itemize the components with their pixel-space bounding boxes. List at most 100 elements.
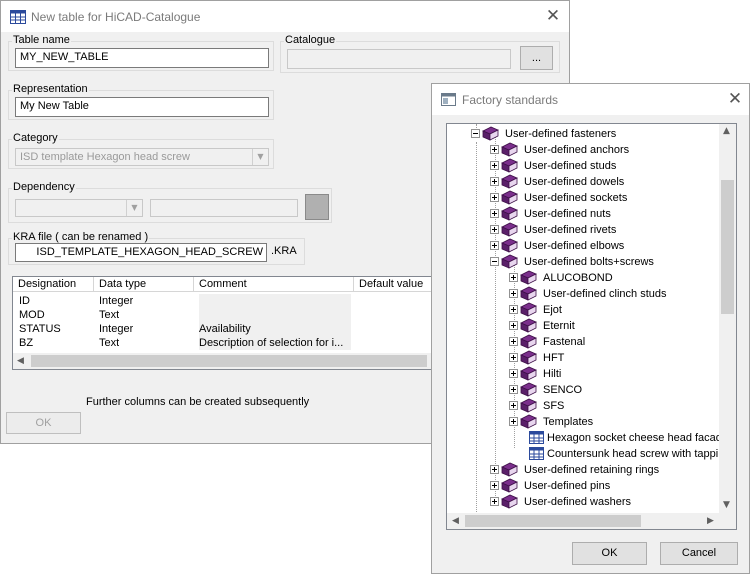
expand-icon[interactable] (509, 369, 518, 378)
tree-item[interactable]: Fastenal (447, 334, 719, 350)
cell-designation[interactable]: MOD (19, 308, 45, 322)
book-icon (520, 350, 537, 365)
tree-item[interactable]: User-defined clinch studs (447, 286, 719, 302)
tree-item[interactable]: User-defined rivets (447, 222, 719, 238)
expand-icon[interactable] (490, 145, 499, 154)
table-row[interactable]: BZ Text Description of selection for i..… (13, 336, 431, 350)
expand-icon[interactable] (490, 177, 499, 186)
expand-icon[interactable] (490, 225, 499, 234)
column-header-data-type[interactable]: Data type (94, 277, 194, 292)
close-icon[interactable]: ✕ (726, 90, 744, 108)
dependency-value-input[interactable] (150, 199, 298, 217)
tree-item[interactable]: Countersunk head screw with tappin (447, 446, 724, 462)
expand-icon[interactable] (509, 353, 518, 362)
scroll-right-icon[interactable]: ▶ (707, 516, 714, 526)
scroll-up-icon[interactable]: ▲ (723, 126, 730, 136)
tree-item[interactable]: User-defined pins (447, 478, 719, 494)
expand-icon[interactable] (509, 417, 518, 426)
scroll-left-icon[interactable]: ◀ (17, 356, 24, 366)
expand-icon[interactable] (490, 193, 499, 202)
tree-item[interactable]: SFS (447, 398, 719, 414)
tree-item[interactable]: Ejot (447, 302, 719, 318)
cell-data-type[interactable]: Integer (99, 322, 133, 336)
window-title: Factory standards (462, 93, 559, 107)
tree-item[interactable]: Hexagon socket cheese head facade (447, 430, 728, 446)
expand-icon[interactable] (490, 481, 499, 490)
tree-item[interactable]: User-defined fasteners (447, 126, 719, 142)
tree-item[interactable]: ALUCOBOND (447, 270, 719, 286)
table-row[interactable]: MOD Text (13, 308, 431, 322)
expand-icon[interactable] (490, 241, 499, 250)
cell-comment[interactable] (199, 294, 351, 308)
book-icon (501, 142, 518, 157)
tree-item[interactable]: User-defined bolts+screws (447, 254, 719, 270)
cell-data-type[interactable]: Text (99, 336, 119, 350)
tree-item[interactable]: User-defined anchors (447, 142, 719, 158)
tree-item[interactable]: SENCO (447, 382, 719, 398)
columns-table[interactable]: Designation Data type Comment Default va… (12, 276, 432, 370)
expand-icon[interactable] (509, 385, 518, 394)
column-header-designation[interactable]: Designation (13, 277, 94, 292)
table-row[interactable]: ID Integer (13, 294, 431, 308)
cancel-button[interactable]: Cancel (660, 542, 738, 565)
expand-icon[interactable] (490, 465, 499, 474)
expand-icon[interactable] (490, 497, 499, 506)
tree-item[interactable]: HFT (447, 350, 719, 366)
columns-note: Further columns can be created subsequen… (86, 396, 310, 408)
expand-icon[interactable] (490, 161, 499, 170)
kra-file-input[interactable]: ISD_TEMPLATE_HEXAGON_HEAD_SCREW (15, 243, 267, 262)
expand-icon[interactable] (509, 337, 518, 346)
ok-button[interactable]: OK (572, 542, 647, 565)
cell-comment[interactable]: Description of selection for i... (199, 336, 351, 350)
expand-icon[interactable] (509, 321, 518, 330)
expand-icon[interactable] (490, 209, 499, 218)
scroll-down-icon[interactable]: ▼ (723, 500, 730, 510)
browse-catalogue-button[interactable]: ... (520, 46, 553, 70)
tree-item[interactable]: Eternit (447, 318, 719, 334)
tree-item[interactable]: User-defined washers (447, 494, 719, 510)
column-header-comment[interactable]: Comment (194, 277, 354, 292)
collapse-icon[interactable] (490, 257, 499, 266)
scrollbar-thumb[interactable] (721, 180, 734, 314)
cell-comment[interactable]: Availability (199, 322, 351, 336)
cell-comment[interactable] (199, 308, 351, 322)
tree-horizontal-scrollbar[interactable]: ◀ ▶ (447, 513, 736, 529)
tree-vertical-scrollbar[interactable]: ▲ ▼ (719, 124, 736, 513)
tree-item[interactable]: User-defined sockets (447, 190, 719, 206)
tree-item[interactable]: User-defined dowels (447, 174, 719, 190)
table-row[interactable]: STATUS Integer Availability (13, 322, 431, 336)
expand-icon[interactable] (509, 289, 518, 298)
table-horizontal-scrollbar[interactable]: ◀ (13, 353, 431, 369)
ok-button[interactable]: OK (6, 412, 81, 434)
expand-icon[interactable] (509, 305, 518, 314)
tree-item[interactable]: User-defined studs (447, 158, 719, 174)
cell-designation[interactable]: BZ (19, 336, 33, 350)
column-header-default-value[interactable]: Default value (354, 277, 431, 292)
cell-designation[interactable]: ID (19, 294, 30, 308)
tree-item-label: User-defined clinch studs (543, 288, 667, 300)
kra-extension: .KRA (271, 245, 297, 257)
close-icon[interactable]: ✕ (544, 7, 562, 25)
tree-item[interactable]: User-defined elbows (447, 238, 719, 254)
tree-item[interactable]: User-defined retaining rings (447, 462, 719, 478)
table-name-input[interactable]: MY_NEW_TABLE (15, 48, 269, 68)
catalogue-input[interactable] (287, 49, 511, 69)
dependency-color-button[interactable] (305, 194, 329, 220)
dependency-select[interactable]: ▼ (15, 199, 143, 217)
scrollbar-thumb[interactable] (31, 355, 427, 367)
representation-input[interactable]: My New Table (15, 97, 269, 117)
collapse-icon[interactable] (471, 129, 480, 138)
representation-label: Representation (12, 83, 89, 95)
category-select[interactable]: ISD template Hexagon head screw ▼ (15, 148, 269, 166)
cell-data-type[interactable]: Text (99, 308, 119, 322)
scroll-left-icon[interactable]: ◀ (452, 516, 459, 526)
tree-item[interactable]: User-defined nuts (447, 206, 719, 222)
tree-item[interactable]: Templates (447, 414, 719, 430)
tree-item[interactable]: Hilti (447, 366, 719, 382)
cell-data-type[interactable]: Integer (99, 294, 133, 308)
expand-icon[interactable] (509, 273, 518, 282)
factory-tree[interactable]: User-defined fasteners User-defined ancho… (446, 123, 737, 530)
expand-icon[interactable] (509, 401, 518, 410)
scrollbar-thumb[interactable] (465, 515, 641, 527)
cell-designation[interactable]: STATUS (19, 322, 61, 336)
